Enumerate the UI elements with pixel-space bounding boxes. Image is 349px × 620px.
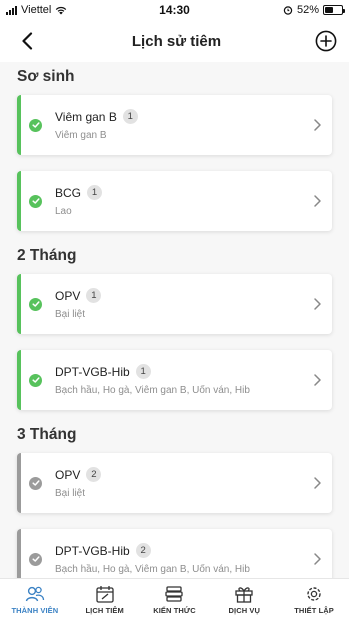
settings-icon	[304, 585, 324, 603]
disease-label: Bại liệt	[55, 488, 86, 499]
chevron-right-icon	[314, 374, 321, 386]
disease-label: Bạch hầu, Ho gà, Viêm gan B, Uốn ván, Hi…	[55, 385, 250, 396]
chevron-right-icon	[314, 553, 321, 565]
vaccine-title-row: DPT-VGB-Hib 2	[55, 543, 312, 558]
page-title: Lịch sử tiêm	[131, 32, 222, 50]
check-icon	[29, 118, 42, 132]
dose-badge: 1	[135, 364, 151, 379]
status-bar: Viettel 14:30 52%	[0, 0, 349, 20]
dose-badge: 1	[122, 109, 138, 124]
vaccine-card[interactable]: BCG 1 Lao	[17, 171, 332, 231]
vaccine-title-row: DPT-VGB-Hib 1	[55, 364, 312, 379]
vaccine-card[interactable]: OPV 1 Bại liệt	[17, 274, 332, 334]
check-icon	[29, 476, 42, 490]
disease-label: Viêm gan B	[55, 130, 107, 141]
battery-icon	[323, 5, 345, 15]
back-button[interactable]	[14, 28, 40, 54]
chevron-right-icon	[314, 119, 321, 131]
tab-label: KIẾN THỨC	[153, 605, 196, 615]
section-title: Sơ sinh	[17, 68, 75, 85]
plus-circle-icon	[315, 30, 337, 52]
tab-label: THIẾT LẬP	[294, 605, 334, 615]
disease-label: Lao	[55, 206, 72, 217]
status-right: 52%	[283, 4, 345, 16]
alarm-icon	[283, 6, 293, 15]
tab-label: THÀNH VIÊN	[11, 605, 59, 615]
tab-members[interactable]: THÀNH VIÊN	[0, 579, 70, 620]
vaccine-title-row: OPV 1	[55, 288, 312, 303]
signal-icon	[6, 5, 17, 15]
status-left: Viettel	[6, 4, 67, 16]
chevron-left-icon	[22, 32, 33, 50]
vaccine-name: BCG	[55, 185, 82, 200]
tab-settings[interactable]: THIẾT LẬP	[279, 579, 349, 620]
vaccine-title-row: BCG 1	[55, 185, 312, 200]
vaccine-title-row: Viêm gan B 1	[55, 109, 312, 124]
vaccine-title-row: OPV 2	[55, 467, 312, 482]
vaccine-name: OPV	[55, 467, 81, 482]
nav-bar: Lịch sử tiêm	[0, 20, 349, 62]
tab-gift[interactable]: DỊCH VỤ	[209, 579, 279, 620]
dose-badge: 1	[87, 185, 103, 200]
chevron-right-icon	[314, 195, 321, 207]
knowledge-icon	[164, 585, 184, 603]
vaccine-info: DPT-VGB-Hib 2 Bạch hầu, Ho gà, Viêm gan B,…	[55, 543, 312, 575]
tab-label: LỊCH TIÊM	[85, 605, 124, 615]
vaccination-history-list[interactable]: Sơ sinh Viêm gan B 1 Viêm gan B BCG 1 Lao 2 Thá…	[0, 62, 349, 578]
calendar-icon	[95, 585, 115, 603]
vaccine-card[interactable]: Viêm gan B 1 Viêm gan B	[17, 95, 332, 155]
check-icon	[29, 373, 42, 387]
disease-label: Bại liệt	[55, 309, 86, 320]
disease-label: Bạch hầu, Ho gà, Viêm gan B, Uốn ván, Hi…	[55, 564, 250, 575]
vaccine-info: OPV 1 Bại liệt	[55, 288, 312, 320]
tab-calendar[interactable]: LỊCH TIÊM	[70, 579, 140, 620]
check-icon	[29, 297, 42, 311]
members-icon	[25, 585, 45, 603]
check-icon	[29, 194, 42, 208]
gift-icon	[234, 585, 254, 603]
vaccine-card[interactable]: OPV 2 Bại liệt	[17, 453, 332, 513]
dose-badge: 1	[86, 288, 102, 303]
vaccine-info: OPV 2 Bại liệt	[55, 467, 312, 499]
tab-knowledge[interactable]: KIẾN THỨC	[140, 579, 210, 620]
vaccine-card[interactable]: DPT-VGB-Hib 2 Bạch hầu, Ho gà, Viêm gan B,…	[17, 529, 332, 578]
vaccine-name: DPT-VGB-Hib	[55, 543, 130, 558]
vaccine-name: OPV	[55, 288, 81, 303]
vaccine-name: Viêm gan B	[55, 109, 117, 124]
tab-bar: THÀNH VIÊN LỊCH TIÊM KIẾN THỨC DỊCH VỤ THIẾT…	[0, 578, 349, 620]
section-title: 2 Tháng	[17, 247, 77, 264]
vaccine-info: BCG 1 Lao	[55, 185, 312, 217]
wifi-icon	[56, 6, 67, 14]
tab-label: DỊCH VỤ	[228, 605, 261, 615]
carrier-label: Viettel	[21, 4, 52, 16]
chevron-right-icon	[314, 477, 321, 489]
vaccine-info: DPT-VGB-Hib 1 Bạch hầu, Ho gà, Viêm gan B,…	[55, 364, 312, 396]
battery-percent: 52%	[296, 4, 319, 16]
vaccine-card[interactable]: DPT-VGB-Hib 1 Bạch hầu, Ho gà, Viêm gan B,…	[17, 350, 332, 410]
vaccine-name: DPT-VGB-Hib	[55, 364, 130, 379]
section-title: 3 Tháng	[17, 426, 77, 443]
chevron-right-icon	[314, 298, 321, 310]
check-icon	[29, 552, 42, 566]
add-button[interactable]	[313, 28, 339, 54]
dose-badge: 2	[135, 543, 151, 558]
vaccine-info: Viêm gan B 1 Viêm gan B	[55, 109, 312, 141]
dose-badge: 2	[86, 467, 102, 482]
